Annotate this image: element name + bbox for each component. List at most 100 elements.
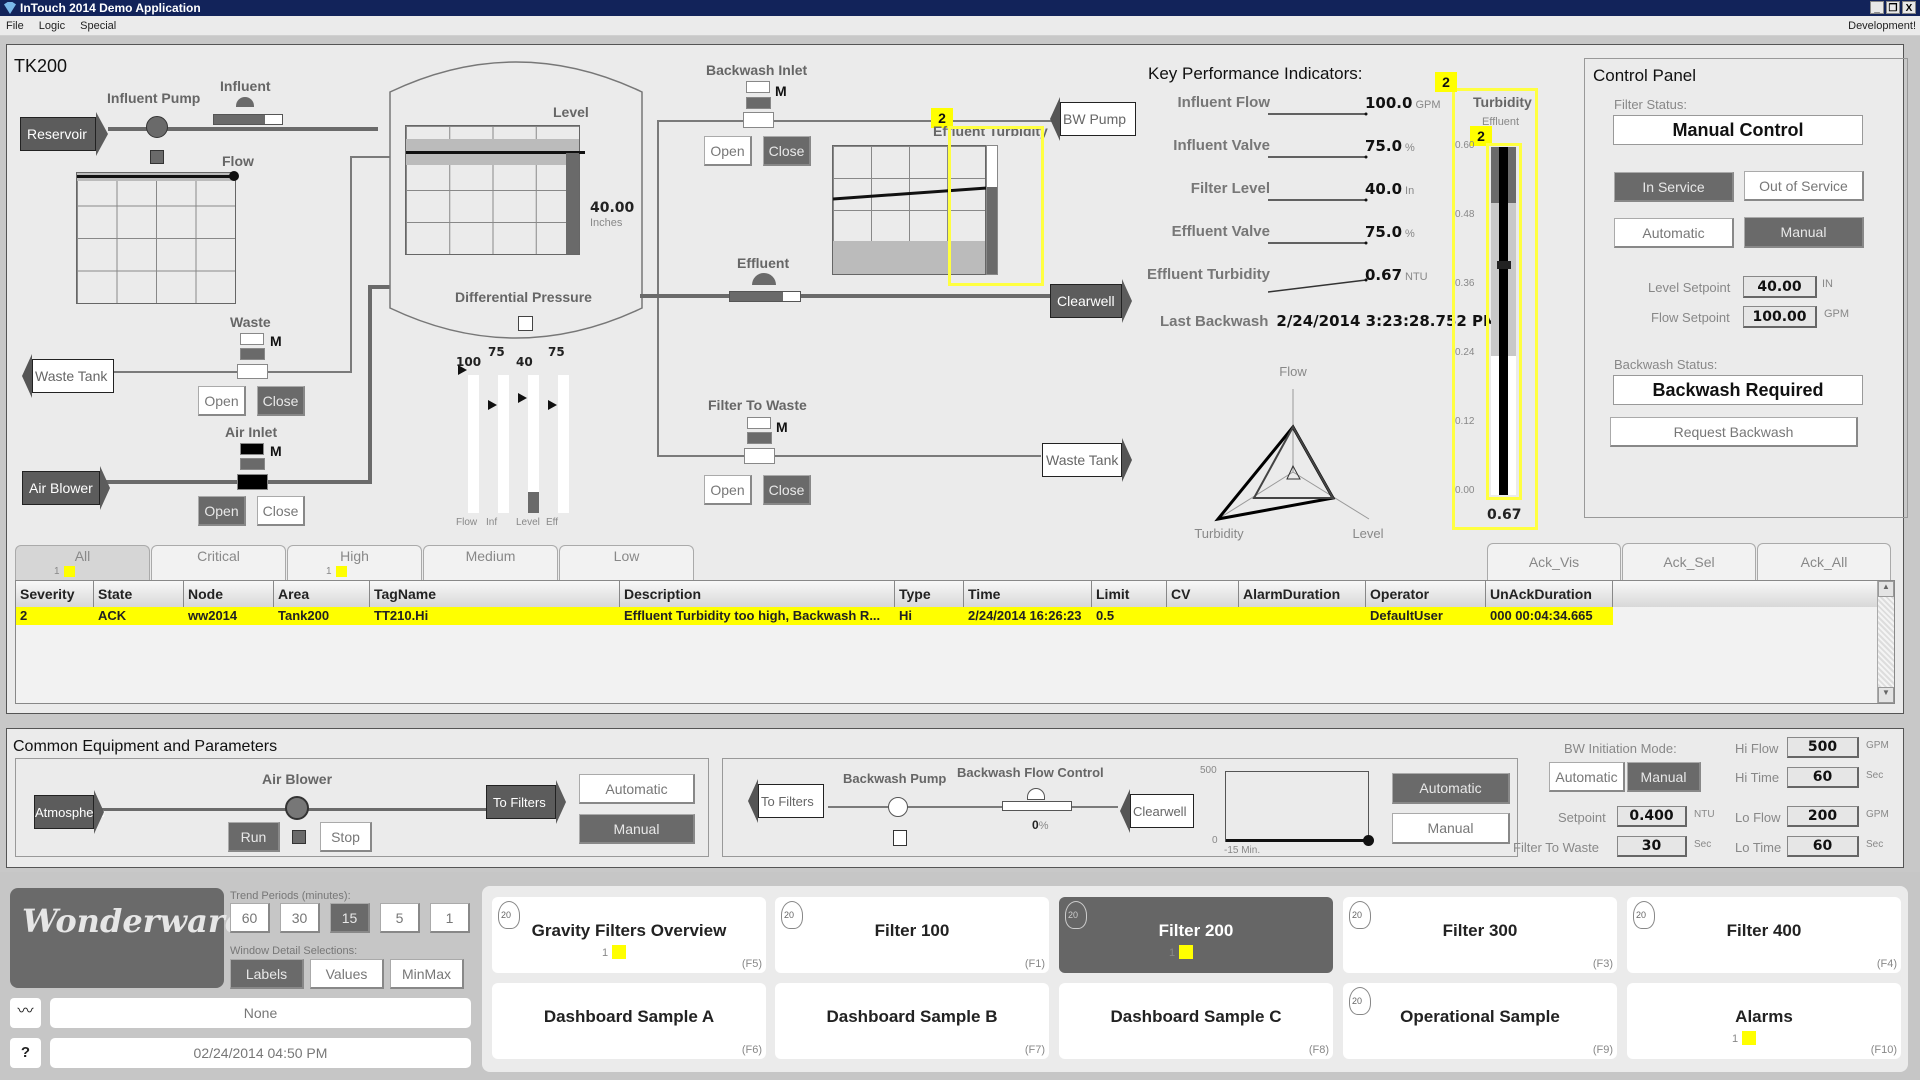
waste-tank-arrow[interactable]: Waste Tank xyxy=(22,354,114,398)
bw-flow-valve-position[interactable] xyxy=(1002,801,1072,811)
column-header-tagname[interactable]: TagName xyxy=(370,581,620,607)
column-header-unackduration[interactable]: UnAckDuration xyxy=(1486,581,1613,607)
trend-period-5[interactable]: 5 xyxy=(380,903,420,933)
column-header-alarmduration[interactable]: AlarmDuration xyxy=(1239,581,1366,607)
bw-setpoint-input[interactable]: 0.400 xyxy=(1617,806,1687,827)
automatic-button[interactable]: Automatic xyxy=(1614,218,1734,248)
menu-special[interactable]: Special xyxy=(80,20,116,32)
column-header-type[interactable]: Type xyxy=(895,581,964,607)
alarm-tab-high[interactable]: High 1 xyxy=(287,545,422,580)
blower-automatic-button[interactable]: Automatic xyxy=(579,774,695,804)
column-header-operator[interactable]: Operator xyxy=(1366,581,1486,607)
trend-period-60[interactable]: 60 xyxy=(230,903,270,933)
to-filters-arrow[interactable]: To Filters xyxy=(486,780,566,824)
trend-icon[interactable]: 〰 xyxy=(10,998,41,1028)
hi-flow-input[interactable]: 500 xyxy=(1787,737,1859,758)
reservoir-arrow[interactable]: Reservoir xyxy=(20,112,108,156)
column-header-cv[interactable]: CV xyxy=(1167,581,1239,607)
backwash-inlet-valve[interactable] xyxy=(743,112,774,128)
lo-time-input[interactable]: 60 xyxy=(1787,836,1859,857)
effluent-valve-position[interactable] xyxy=(729,291,801,302)
bw-init-manual-button[interactable]: Manual xyxy=(1627,762,1701,792)
restore-button[interactable]: ❐ xyxy=(1886,1,1900,14)
backwash-inlet-open-button[interactable]: Open xyxy=(704,136,752,166)
waste-close-button[interactable]: Close xyxy=(257,386,305,416)
out-of-service-button[interactable]: Out of Service xyxy=(1744,171,1864,201)
backwash-inlet-close-button[interactable]: Close xyxy=(763,136,811,166)
blower-run-button[interactable]: Run xyxy=(228,822,280,852)
bw-clearwell-arrow[interactable]: Clearwell xyxy=(1120,789,1194,833)
bw-pump-arrow[interactable]: BW Pump xyxy=(1050,97,1136,141)
influent-pump-icon[interactable] xyxy=(146,116,168,138)
air-blower-arrow[interactable]: Air Blower xyxy=(22,466,110,510)
filter-to-waste-close-button[interactable]: Close xyxy=(763,475,811,505)
column-header-area[interactable]: Area xyxy=(274,581,370,607)
nav-filter-400[interactable]: 20 Filter 400 (F4) xyxy=(1627,897,1901,973)
close-button[interactable]: X xyxy=(1902,1,1916,14)
waste-open-button[interactable]: Open xyxy=(198,386,246,416)
in-service-button[interactable]: In Service xyxy=(1614,172,1734,202)
hi-time-input[interactable]: 60 xyxy=(1787,767,1859,788)
column-header-description[interactable]: Description xyxy=(620,581,895,607)
column-header-node[interactable]: Node xyxy=(184,581,274,607)
alarm-row[interactable]: 2 ACK ww2014 Tank200 TT210.Hi Effluent Turbid… xyxy=(16,607,1613,625)
backwash-pump-icon[interactable] xyxy=(888,797,908,817)
nav-filter-100[interactable]: 20 Filter 100 (F1) xyxy=(775,897,1049,973)
nav-gravity-filters-overview[interactable]: 20 Gravity Filters Overview 1 (F5) xyxy=(492,897,766,973)
waste-valve[interactable] xyxy=(237,364,268,379)
nav-filter-300[interactable]: 20 Filter 300 (F3) xyxy=(1343,897,1617,973)
alarm-tab-all[interactable]: All 1 xyxy=(15,545,150,580)
bw-to-filters-arrow[interactable]: To Filters xyxy=(748,779,824,823)
menu-logic[interactable]: Logic xyxy=(39,20,65,32)
nav-dashboard-sample-c[interactable]: Dashboard Sample C (F8) xyxy=(1059,983,1333,1059)
air-inlet-valve[interactable] xyxy=(237,474,268,490)
column-header-severity[interactable]: Severity xyxy=(16,581,94,607)
trend-period-1[interactable]: 1 xyxy=(430,903,470,933)
trend-status-field[interactable]: None xyxy=(50,998,471,1028)
air-inlet-open-button[interactable]: Open xyxy=(198,496,246,526)
bw-manual-button[interactable]: Manual xyxy=(1392,813,1510,844)
air-inlet-close-button[interactable]: Close xyxy=(257,496,305,526)
level-setpoint-input[interactable]: 40.00 xyxy=(1743,276,1817,298)
blower-manual-button[interactable]: Manual xyxy=(579,814,695,844)
alarm-scrollbar[interactable]: ▲ ▼ xyxy=(1877,581,1894,703)
air-blower-icon[interactable] xyxy=(285,796,309,820)
influent-valve-position[interactable] xyxy=(213,114,283,125)
manual-button[interactable]: Manual xyxy=(1744,217,1864,248)
waste-tank-dest-arrow[interactable]: Waste Tank xyxy=(1042,438,1132,482)
alarm-tab-critical[interactable]: Critical xyxy=(151,545,286,580)
request-backwash-button[interactable]: Request Backwash xyxy=(1610,417,1858,447)
trend-period-30[interactable]: 30 xyxy=(280,903,320,933)
lo-flow-input[interactable]: 200 xyxy=(1787,806,1859,827)
atmosphere-arrow[interactable]: Atmosphere xyxy=(34,790,105,834)
nav-dashboard-sample-b[interactable]: Dashboard Sample B (F7) xyxy=(775,983,1049,1059)
detail-values-button[interactable]: Values xyxy=(310,959,384,989)
nav-dashboard-sample-a[interactable]: Dashboard Sample A (F6) xyxy=(492,983,766,1059)
trend-period-15[interactable]: 15 xyxy=(330,903,370,933)
filter-to-waste-open-button[interactable]: Open xyxy=(704,475,752,505)
nav-operational-sample[interactable]: 20 Operational Sample (F9) xyxy=(1343,983,1617,1059)
clearwell-arrow[interactable]: Clearwell xyxy=(1050,279,1132,323)
ack-all-button[interactable]: Ack_All xyxy=(1757,543,1891,581)
help-button[interactable]: ? xyxy=(10,1038,41,1068)
alarm-tab-medium[interactable]: Medium xyxy=(423,545,558,580)
scroll-up-icon[interactable]: ▲ xyxy=(1878,581,1894,597)
column-header-limit[interactable]: Limit xyxy=(1092,581,1167,607)
detail-minmax-button[interactable]: MinMax xyxy=(390,959,464,989)
ack-vis-button[interactable]: Ack_Vis xyxy=(1487,543,1621,581)
bw-init-automatic-button[interactable]: Automatic xyxy=(1549,762,1625,792)
menu-file[interactable]: File xyxy=(6,20,24,32)
flow-setpoint-input[interactable]: 100.00 xyxy=(1743,306,1817,328)
minimize-button[interactable]: _ xyxy=(1870,1,1884,14)
column-header-time[interactable]: Time xyxy=(964,581,1092,607)
ftw-input[interactable]: 30 xyxy=(1617,836,1687,857)
scroll-down-icon[interactable]: ▼ xyxy=(1878,687,1894,703)
detail-labels-button[interactable]: Labels xyxy=(230,959,304,989)
nav-filter-200[interactable]: 20 Filter 200 1 xyxy=(1059,897,1333,973)
ack-sel-button[interactable]: Ack_Sel xyxy=(1622,543,1756,581)
blower-stop-button[interactable]: Stop xyxy=(320,822,372,852)
nav-alarms[interactable]: Alarms 1 (F10) xyxy=(1627,983,1901,1059)
column-header-state[interactable]: State xyxy=(94,581,184,607)
alarm-tab-low[interactable]: Low xyxy=(559,545,694,580)
bw-automatic-button[interactable]: Automatic xyxy=(1392,773,1510,804)
